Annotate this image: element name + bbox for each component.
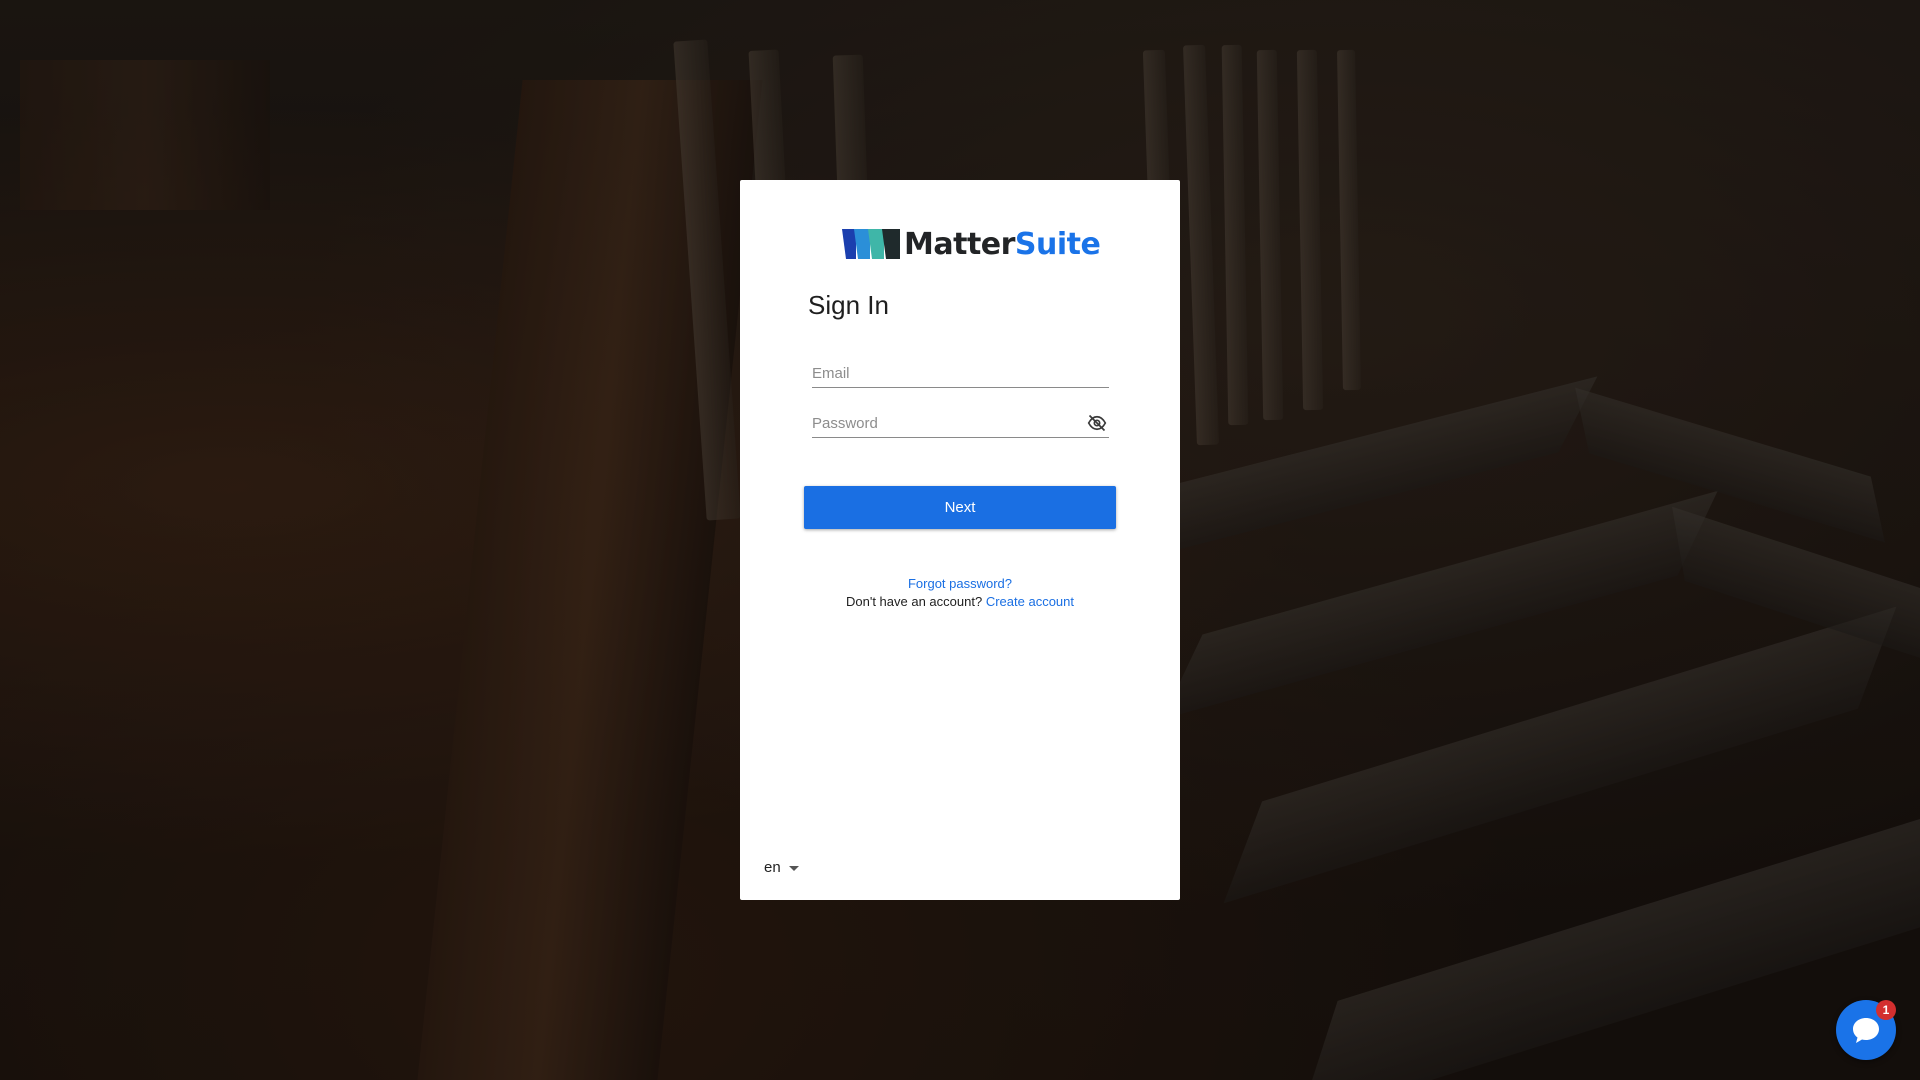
chat-bubble-icon: [1853, 1018, 1879, 1043]
no-account-text: Don't have an account?: [846, 594, 983, 609]
logo-mark-icon: [842, 229, 900, 259]
chevron-down-icon: [788, 866, 799, 871]
password-field[interactable]: [812, 404, 1109, 437]
language-selected-value: en: [764, 859, 781, 876]
eye-slash-icon[interactable]: [1087, 414, 1107, 432]
page-title: Sign In: [808, 290, 889, 320]
signin-card: MatterSuite Sign In Next Forgot password…: [740, 180, 1180, 900]
email-field[interactable]: [812, 354, 1109, 387]
create-account-link[interactable]: Create account: [986, 594, 1074, 609]
notification-badge: 1: [1876, 1000, 1896, 1020]
mattersuite-logo: MatterSuite: [840, 226, 1101, 262]
email-field-wrapper: [812, 354, 1109, 388]
account-links: Forgot password? Don't have an account? …: [740, 575, 1180, 611]
logo-text-suite: Suite: [1014, 226, 1101, 262]
password-field-wrapper: [812, 404, 1109, 438]
language-selector[interactable]: en: [764, 859, 799, 876]
next-button[interactable]: Next: [804, 486, 1116, 529]
logo-text-matter: Matter: [904, 226, 1015, 262]
logo-wordmark: MatterSuite: [904, 226, 1101, 262]
forgot-password-link[interactable]: Forgot password?: [908, 576, 1012, 591]
